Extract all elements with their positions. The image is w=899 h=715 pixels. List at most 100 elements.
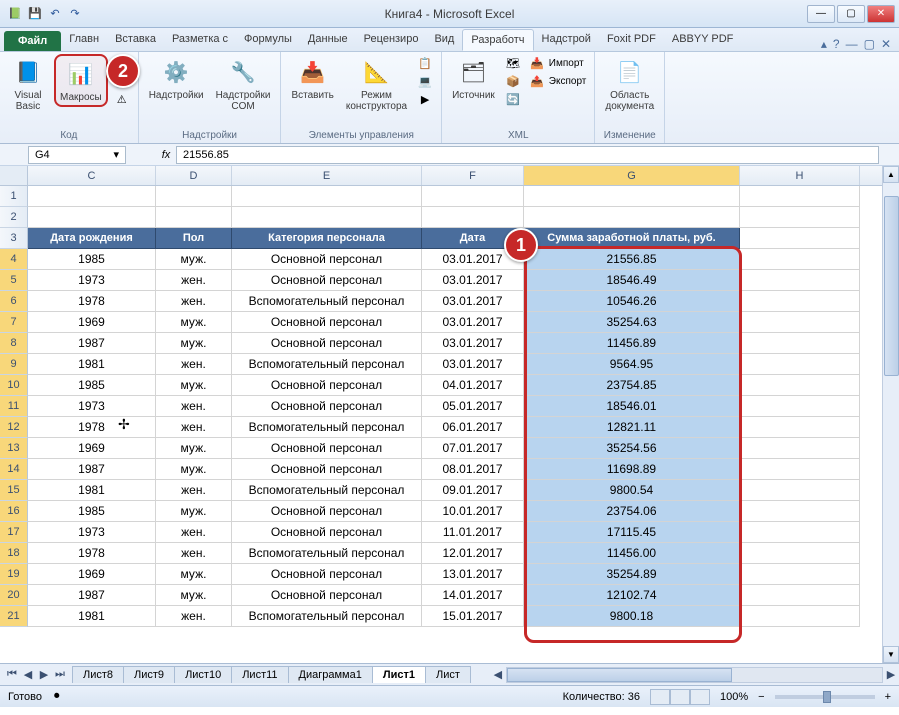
scroll-up-button[interactable]: ▲: [883, 166, 899, 183]
cell[interactable]: [524, 207, 740, 228]
close-button[interactable]: ✕: [867, 5, 895, 23]
cell[interactable]: [232, 186, 422, 207]
cell[interactable]: 1978: [28, 417, 156, 438]
cell[interactable]: жен.: [156, 606, 232, 627]
cell[interactable]: 10546.26: [524, 291, 740, 312]
sheet-nav-first[interactable]: ⏮: [4, 668, 20, 681]
cell[interactable]: 03.01.2017: [422, 291, 524, 312]
cell[interactable]: 03.01.2017: [422, 333, 524, 354]
cell[interactable]: 03.01.2017: [422, 270, 524, 291]
cell[interactable]: [740, 312, 860, 333]
cell[interactable]: 1987: [28, 585, 156, 606]
sheet-nav-prev[interactable]: ◀: [20, 668, 36, 681]
cell[interactable]: 35254.89: [524, 564, 740, 585]
cell[interactable]: муж.: [156, 375, 232, 396]
sheet-tab-Лист8[interactable]: Лист8: [72, 666, 124, 683]
cell[interactable]: [740, 333, 860, 354]
col-header-F[interactable]: F: [422, 166, 524, 185]
table-header[interactable]: Сумма заработной платы, руб.: [524, 228, 740, 249]
cell[interactable]: 14.01.2017: [422, 585, 524, 606]
cell[interactable]: 11698.89: [524, 459, 740, 480]
cell[interactable]: Основной персонал: [232, 522, 422, 543]
row-header[interactable]: 4: [0, 249, 28, 270]
cell[interactable]: [422, 186, 524, 207]
cell[interactable]: 12102.74: [524, 585, 740, 606]
row-header[interactable]: 12: [0, 417, 28, 438]
row-header[interactable]: 1: [0, 186, 28, 207]
cell[interactable]: 1981: [28, 606, 156, 627]
col-header-E[interactable]: E: [232, 166, 422, 185]
ribbon-btn-вставить[interactable]: 📥Вставить: [287, 54, 337, 103]
cell[interactable]: 10.01.2017: [422, 501, 524, 522]
row-header[interactable]: 10: [0, 375, 28, 396]
cell[interactable]: 13.01.2017: [422, 564, 524, 585]
ribbon-small[interactable]: ▶: [415, 90, 435, 108]
cell[interactable]: 09.01.2017: [422, 480, 524, 501]
row-header[interactable]: 6: [0, 291, 28, 312]
ribbon-small[interactable]: 📦: [503, 72, 523, 90]
cell[interactable]: [740, 249, 860, 270]
cell[interactable]: [740, 543, 860, 564]
cell[interactable]: муж.: [156, 564, 232, 585]
cell[interactable]: Основной персонал: [232, 459, 422, 480]
cell[interactable]: жен.: [156, 543, 232, 564]
cell[interactable]: 11.01.2017: [422, 522, 524, 543]
ribbon-btn-режим-конструктора[interactable]: 📐Режимконструктора: [342, 54, 411, 114]
hscroll-track[interactable]: [506, 667, 883, 683]
cell[interactable]: 1978: [28, 543, 156, 564]
cell[interactable]: [524, 186, 740, 207]
cell[interactable]: 04.01.2017: [422, 375, 524, 396]
cell[interactable]: [422, 207, 524, 228]
row-header[interactable]: 13: [0, 438, 28, 459]
redo-icon[interactable]: ↷: [66, 5, 84, 23]
sheet-tab-Лист1[interactable]: Лист1: [372, 666, 426, 683]
cell[interactable]: жен.: [156, 291, 232, 312]
cell[interactable]: 35254.56: [524, 438, 740, 459]
zoom-thumb[interactable]: [823, 691, 831, 703]
sheet-tab-Лист9[interactable]: Лист9: [123, 666, 175, 683]
cell[interactable]: 1985: [28, 249, 156, 270]
cell[interactable]: Основной персонал: [232, 585, 422, 606]
cell[interactable]: 1985: [28, 375, 156, 396]
cell[interactable]: Вспомогательный персонал: [232, 480, 422, 501]
cell[interactable]: 1978: [28, 291, 156, 312]
ribbon-small[interactable]: ⚠: [112, 90, 132, 108]
minimize-button[interactable]: —: [807, 5, 835, 23]
cell[interactable]: муж.: [156, 249, 232, 270]
tab-надстрой[interactable]: Надстрой: [534, 29, 599, 51]
formula-input[interactable]: [176, 146, 879, 164]
row-header[interactable]: 2: [0, 207, 28, 228]
ribbon-btn-надстройки-com[interactable]: 🔧НадстройкиCOM: [212, 54, 275, 114]
cell[interactable]: 1987: [28, 459, 156, 480]
row-header[interactable]: 19: [0, 564, 28, 585]
cell[interactable]: 1969: [28, 312, 156, 333]
cell[interactable]: 17115.45: [524, 522, 740, 543]
cell[interactable]: жен.: [156, 396, 232, 417]
ribbon-small[interactable]: 📋: [415, 54, 435, 72]
col-header-D[interactable]: D: [156, 166, 232, 185]
ribbon-small-Экспорт[interactable]: 📤Экспорт: [527, 72, 589, 90]
cell[interactable]: [740, 522, 860, 543]
minimize-ribbon-icon[interactable]: ▴: [821, 37, 827, 51]
cell[interactable]: 11456.00: [524, 543, 740, 564]
tab-главн[interactable]: Главн: [61, 29, 107, 51]
ribbon-small-Импорт[interactable]: 📥Импорт: [527, 54, 589, 72]
view-normal[interactable]: [650, 689, 670, 705]
sheet-tab-Лист[interactable]: Лист: [425, 666, 471, 683]
cell[interactable]: [740, 438, 860, 459]
save-icon[interactable]: 💾: [26, 5, 44, 23]
scroll-thumb[interactable]: [884, 196, 899, 376]
cell[interactable]: Основной персонал: [232, 564, 422, 585]
cell[interactable]: 1973: [28, 396, 156, 417]
row-header[interactable]: 7: [0, 312, 28, 333]
ribbon-small[interactable]: 🗺: [503, 54, 523, 72]
table-header[interactable]: Дата рождения: [28, 228, 156, 249]
ribbon-btn-надстройки[interactable]: ⚙️Надстройки: [145, 54, 208, 103]
cell[interactable]: 06.01.2017: [422, 417, 524, 438]
macro-record-icon[interactable]: ⏺: [54, 690, 60, 703]
cell[interactable]: 1981: [28, 354, 156, 375]
view-pagebreak[interactable]: [690, 689, 710, 705]
zoom-in-icon[interactable]: +: [885, 691, 891, 703]
hscroll-thumb[interactable]: [507, 668, 732, 682]
cell[interactable]: [740, 501, 860, 522]
